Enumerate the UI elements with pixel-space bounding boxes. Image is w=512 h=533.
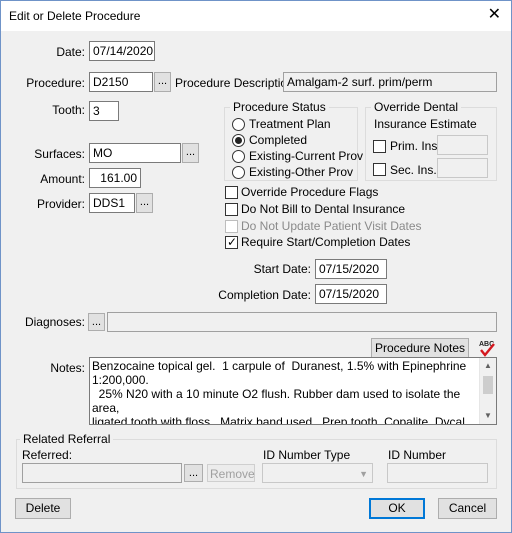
sec-ins-label: Sec. Ins. — [390, 163, 437, 177]
ok-button[interactable]: OK — [369, 498, 425, 519]
do-not-update-visit-dates-label: Do Not Update Patient Visit Dates — [241, 219, 422, 233]
amount-label: Amount: — [40, 172, 85, 186]
provider-browse-button[interactable]: ... — [136, 193, 153, 213]
do-not-update-visit-dates-checkbox — [225, 220, 238, 233]
edit-procedure-dialog: Edit or Delete Procedure ✕ Date: 07/14/2… — [0, 0, 512, 533]
prim-ins-field — [437, 135, 488, 155]
id-number-type-select: ▼ — [262, 463, 373, 483]
procedure-status-title: Procedure Status — [230, 100, 329, 114]
radio-existing-other-prov-label: Existing-Other Prov — [249, 165, 354, 179]
referred-browse-button[interactable]: ... — [184, 464, 203, 482]
start-date-label: Start Date: — [253, 262, 311, 276]
radio-treatment-plan[interactable] — [232, 118, 245, 131]
cancel-button[interactable]: Cancel — [438, 498, 497, 519]
spellcheck-icon[interactable]: ABC — [477, 338, 497, 358]
id-number-type-label: ID Number Type — [263, 448, 351, 462]
window-title: Edit or Delete Procedure — [9, 9, 141, 23]
sec-ins-field — [437, 158, 488, 178]
notes-scrollbar[interactable]: ▲ ▼ — [479, 358, 496, 424]
do-not-bill-checkbox[interactable] — [225, 203, 238, 216]
amount-field[interactable]: 161.00 — [89, 168, 141, 188]
radio-existing-other-prov[interactable] — [232, 166, 245, 179]
do-not-bill-label: Do Not Bill to Dental Insurance — [241, 202, 406, 216]
id-number-label: ID Number — [388, 448, 447, 462]
radio-treatment-plan-label: Treatment Plan — [249, 117, 331, 131]
id-number-field — [387, 463, 488, 483]
sec-ins-checkbox[interactable] — [373, 163, 386, 176]
prim-ins-label: Prim. Ins. — [390, 139, 441, 153]
provider-field[interactable]: DDS1 — [89, 193, 135, 213]
scroll-up-icon[interactable]: ▲ — [480, 358, 496, 374]
diagnoses-field — [107, 312, 497, 332]
referred-field — [22, 463, 182, 483]
notes-label: Notes: — [50, 361, 85, 375]
close-icon[interactable]: ✕ — [488, 5, 501, 25]
referred-label: Referred: — [22, 448, 73, 462]
scroll-down-icon[interactable]: ▼ — [480, 408, 496, 424]
scroll-thumb[interactable] — [483, 376, 493, 394]
procedure-description-label: Procedure Description — [175, 76, 294, 90]
require-start-completion-checkbox[interactable]: ✓ — [225, 235, 238, 249]
notes-text: Benzocaine topical gel. 1 carpule of Dur… — [92, 359, 467, 425]
completion-date-label: Completion Date: — [218, 288, 311, 302]
title-bar: Edit or Delete Procedure ✕ — [1, 1, 511, 31]
diagnoses-browse-button[interactable]: ... — [88, 313, 105, 331]
surfaces-browse-button[interactable]: ... — [182, 143, 199, 163]
surfaces-field[interactable]: MO — [89, 143, 181, 163]
override-procedure-flags-label: Override Procedure Flags — [241, 185, 379, 199]
radio-existing-current-prov-label: Existing-Current Prov — [249, 149, 364, 163]
delete-button[interactable]: Delete — [15, 498, 71, 519]
completion-date-field[interactable]: 07/15/2020 — [315, 284, 387, 304]
diagnoses-label: Diagnoses: — [24, 315, 85, 329]
checkmark-icon: ✓ — [227, 235, 238, 249]
chevron-down-icon: ▼ — [359, 469, 368, 479]
radio-completed[interactable] — [232, 134, 245, 147]
start-date-field[interactable]: 07/15/2020 — [315, 259, 387, 279]
procedure-code-field[interactable]: D2150 — [89, 72, 153, 92]
tooth-field[interactable]: 3 — [89, 101, 119, 121]
notes-textarea[interactable]: Benzocaine topical gel. 1 carpule of Dur… — [89, 357, 497, 425]
require-start-completion-label: Require Start/Completion Dates — [241, 235, 411, 249]
override-procedure-flags-checkbox[interactable] — [225, 186, 238, 199]
surfaces-label: Surfaces: — [34, 147, 85, 161]
date-field[interactable]: 07/14/2020 — [89, 41, 155, 61]
prim-ins-checkbox[interactable] — [373, 140, 386, 153]
procedure-description-field: Amalgam-2 surf. prim/perm — [283, 72, 497, 92]
related-referral-title: Related Referral — [20, 432, 114, 446]
insurance-estimate-label: Insurance Estimate — [374, 117, 477, 131]
tooth-label: Tooth: — [52, 103, 85, 117]
radio-existing-current-prov[interactable] — [232, 150, 245, 163]
date-label: Date: — [56, 45, 85, 59]
procedure-label: Procedure: — [26, 76, 85, 90]
procedure-browse-button[interactable]: ... — [154, 72, 171, 92]
remove-referral-button: Remove — [207, 464, 255, 482]
radio-completed-label: Completed — [249, 133, 308, 147]
provider-label: Provider: — [36, 197, 85, 211]
procedure-notes-button[interactable]: Procedure Notes — [371, 338, 469, 358]
override-dental-title: Override Dental — [371, 100, 462, 114]
